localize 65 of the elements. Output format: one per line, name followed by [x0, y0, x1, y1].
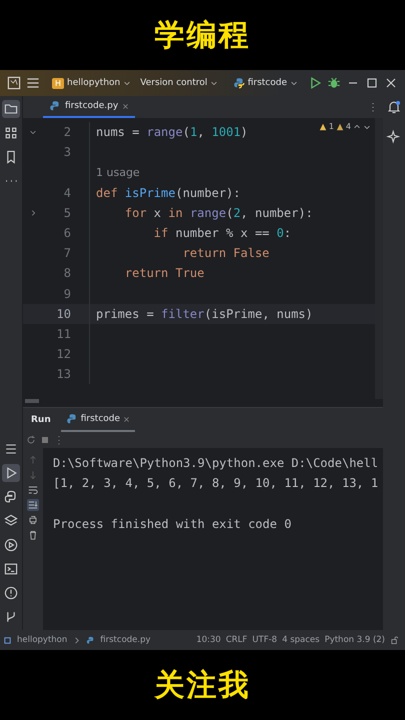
chevron-up-icon[interactable]: [353, 122, 361, 130]
fold-icon[interactable]: [29, 128, 37, 136]
close-icon[interactable]: [122, 102, 130, 110]
console-line: D:\Software\Python3.9\python.exe D:\Code\hell: [53, 456, 380, 472]
problems-icon[interactable]: [2, 584, 20, 602]
version-control-menu[interactable]: Version control: [140, 78, 208, 88]
python-icon: [232, 77, 245, 89]
status-item[interactable]: UTF-8: [252, 635, 278, 645]
fold-icon[interactable]: [29, 208, 37, 217]
python-icon: [86, 636, 96, 644]
line-number: 2: [64, 125, 71, 140]
code-line: nums = range(1, 1001): [96, 125, 248, 140]
wrap-icon[interactable]: [27, 484, 39, 496]
line-number: 9: [64, 286, 71, 301]
services-icon[interactable]: [2, 536, 20, 554]
breadcrumb[interactable]: firstcode.py: [100, 635, 151, 645]
status-item[interactable]: Python 3.9 (2): [324, 635, 385, 645]
project-selector[interactable]: hellopython: [67, 78, 120, 88]
error-count: 1: [328, 122, 334, 131]
python-icon: [66, 413, 78, 425]
line-number: 11: [56, 326, 71, 341]
code-line: def isPrime(number):: [96, 186, 241, 200]
line-number: 8: [64, 266, 71, 280]
caption-title: 学编程: [154, 16, 250, 54]
line-number: 3: [64, 145, 71, 160]
code-line: if number % x == 0:: [152, 226, 292, 240]
line-number: 4: [64, 186, 71, 200]
status-item[interactable]: CRLF: [226, 635, 248, 645]
scroll-end-icon[interactable]: [27, 499, 39, 511]
code-line: return True: [124, 266, 204, 280]
code-line: for x in range(2, number):: [124, 206, 313, 220]
code-line: primes = filter(isPrime, nums): [96, 306, 313, 321]
line-number: 13: [56, 367, 71, 382]
run-configuration-selector[interactable]: firstcode: [248, 78, 287, 88]
caption-follow: 关注我: [154, 666, 250, 704]
module-icon: [3, 636, 12, 644]
chevron-down-icon: [123, 79, 132, 87]
status-item[interactable]: 4 spaces: [282, 635, 320, 645]
run-icon[interactable]: [2, 464, 20, 482]
lock-icon[interactable]: [390, 636, 399, 644]
console-line: [1, 2, 3, 4, 5, 6, 7, 8, 9, 10, 11, 12, 13, 1: [53, 476, 380, 492]
console-line: Process finished with exit code 0: [53, 516, 292, 533]
trash-icon[interactable]: [27, 529, 39, 541]
print-icon[interactable]: [27, 514, 39, 526]
rerun-icon[interactable]: [25, 434, 37, 446]
stop-icon[interactable]: [39, 434, 51, 446]
run-panel-title: Run: [31, 415, 51, 425]
line-number: 6: [64, 226, 71, 240]
close-icon[interactable]: [123, 416, 130, 422]
folder-icon[interactable]: [2, 100, 20, 118]
chevron-down-icon: [210, 79, 218, 87]
line-number: 10: [56, 306, 71, 321]
status-item[interactable]: 10:30: [196, 635, 221, 645]
code-line: return False: [182, 246, 270, 260]
usage-hint[interactable]: 1 usage: [96, 166, 140, 179]
chevron-down-icon: [290, 79, 298, 87]
breadcrumb[interactable]: hellopython: [17, 635, 68, 645]
warning-count: 4: [346, 122, 351, 131]
notifications-icon[interactable]: [385, 98, 403, 116]
line-number: 5: [64, 206, 71, 220]
app-logo-icon[interactable]: [6, 75, 22, 91]
python-icon: [49, 100, 61, 112]
project-badge: H: [52, 78, 64, 88]
line-number: 7: [64, 246, 71, 260]
line-number: 12: [56, 347, 71, 362]
